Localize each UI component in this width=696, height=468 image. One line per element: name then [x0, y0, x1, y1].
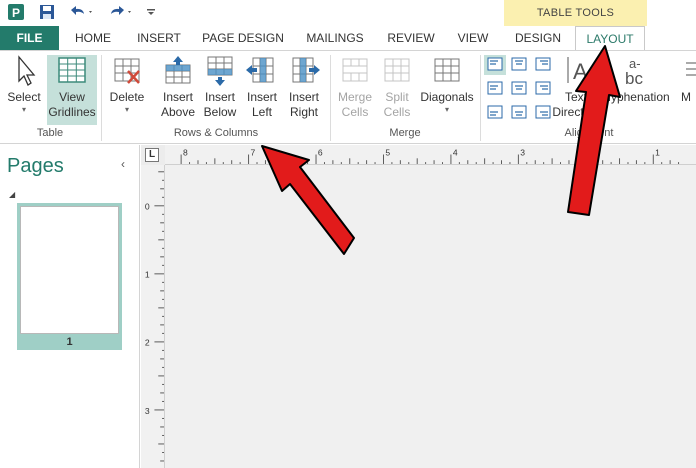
red-arrow-icon [261, 145, 355, 255]
annotation-arrows [261, 45, 621, 255]
red-arrow-icon [567, 45, 621, 216]
